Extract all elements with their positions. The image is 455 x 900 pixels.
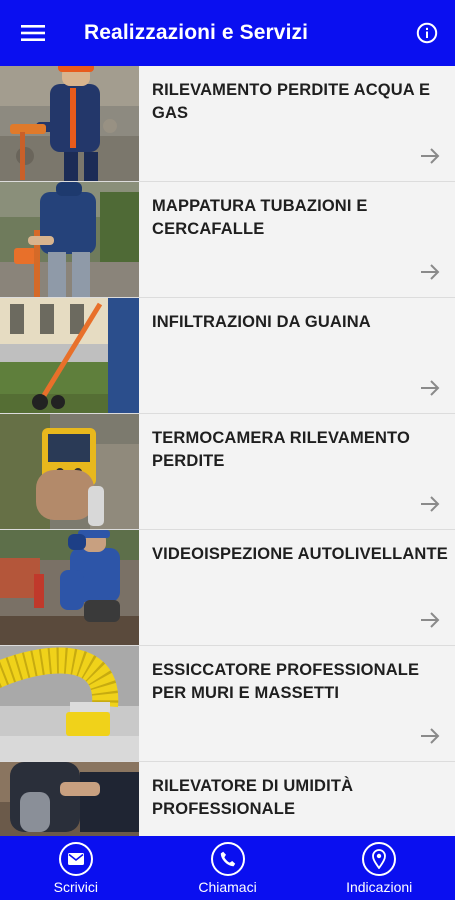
service-info: ESSICCATORE PROFESSIONALE PER MURI E MAS… — [139, 646, 455, 761]
info-circle-icon — [416, 22, 438, 44]
service-row[interactable]: MAPPATURA TUBAZIONI E CERCAFALLE — [0, 182, 455, 297]
service-row[interactable]: ESSICCATORE PROFESSIONALE PER MURI E MAS… — [0, 646, 455, 761]
services-list[interactable]: RILEVAMENTO PERDITE ACQUA E GAS MAPPATUR… — [0, 66, 455, 836]
arrow-right-icon[interactable] — [419, 261, 441, 283]
service-image — [0, 530, 139, 645]
tab-label: Scrivici — [53, 879, 98, 895]
service-image — [0, 298, 139, 413]
app-screen: Realizzazioni e Servizi RILEVAMENTO PERD… — [0, 0, 455, 900]
service-title: VIDEOISPEZIONE AUTOLIVELLANTE — [152, 545, 448, 563]
tab-label: Indicazioni — [346, 879, 413, 895]
service-info: MAPPATURA TUBAZIONI E CERCAFALLE — [139, 182, 455, 297]
phone-icon — [210, 842, 245, 876]
service-title: INFILTRAZIONI DA GUAINA — [152, 313, 371, 331]
service-row[interactable]: VIDEOISPEZIONE AUTOLIVELLANTE — [0, 530, 455, 645]
info-button[interactable] — [411, 17, 443, 49]
tab-indicazioni[interactable]: Indicazioni — [303, 836, 455, 900]
email-icon — [58, 842, 93, 876]
service-title: RILEVAMENTO PERDITE ACQUA E GAS — [152, 81, 431, 122]
service-info: RILEVAMENTO PERDITE ACQUA E GAS — [139, 66, 455, 181]
page-title: Realizzazioni e Servizi — [84, 21, 309, 44]
service-image — [0, 414, 139, 529]
service-title: ESSICCATORE PROFESSIONALE PER MURI E MAS… — [152, 661, 420, 702]
service-row[interactable]: RILEVAMENTO PERDITE ACQUA E GAS — [0, 66, 455, 181]
tab-chiamaci[interactable]: Chiamaci — [152, 836, 304, 900]
service-row[interactable]: RILEVATORE DI UMIDITÀ PROFESSIONALE — [0, 762, 455, 836]
hamburger-menu-icon — [21, 25, 45, 41]
app-bar: Realizzazioni e Servizi — [0, 0, 455, 66]
service-image — [0, 182, 139, 297]
service-row[interactable]: INFILTRAZIONI DA GUAINA — [0, 298, 455, 413]
menu-button[interactable] — [0, 0, 66, 66]
bottom-navigation: Scrivici Chiamaci Indicazioni — [0, 836, 455, 900]
service-info: TERMOCAMERA RILEVAMENTO PERDITE — [139, 414, 455, 529]
service-image — [0, 66, 139, 181]
arrow-right-icon[interactable] — [419, 145, 441, 167]
service-title: TERMOCAMERA RILEVAMENTO PERDITE — [152, 429, 410, 470]
service-title: MAPPATURA TUBAZIONI E CERCAFALLE — [152, 197, 368, 238]
arrow-right-icon[interactable] — [419, 377, 441, 399]
map-pin-icon — [362, 842, 397, 876]
service-image — [0, 646, 139, 761]
service-info: VIDEOISPEZIONE AUTOLIVELLANTE — [139, 530, 455, 645]
service-row[interactable]: TERMOCAMERA RILEVAMENTO PERDITE — [0, 414, 455, 529]
arrow-right-icon[interactable] — [419, 725, 441, 747]
service-info: INFILTRAZIONI DA GUAINA — [139, 298, 455, 413]
arrow-right-icon[interactable] — [419, 609, 441, 631]
service-image — [0, 762, 139, 836]
tab-label: Chiamaci — [198, 879, 257, 895]
arrow-right-icon[interactable] — [419, 493, 441, 515]
tab-scrivici[interactable]: Scrivici — [0, 836, 152, 900]
service-info: RILEVATORE DI UMIDITÀ PROFESSIONALE — [139, 762, 455, 836]
service-title: RILEVATORE DI UMIDITÀ PROFESSIONALE — [152, 777, 354, 818]
